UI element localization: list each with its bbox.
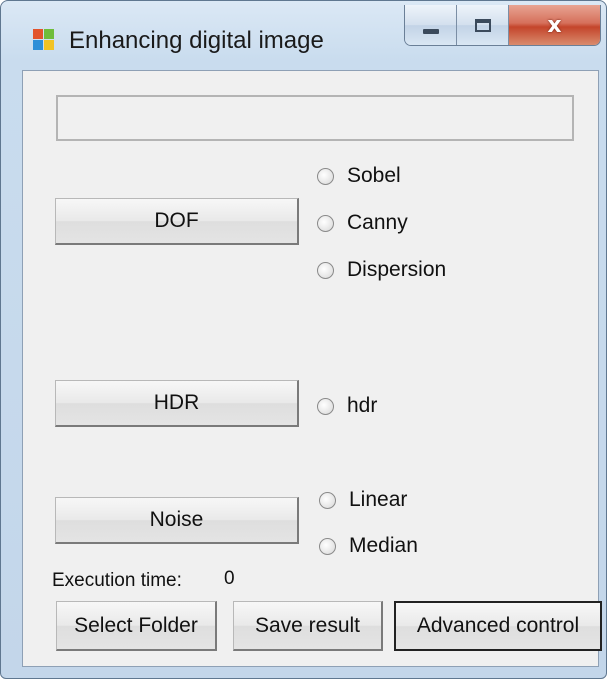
radio-label: Linear [349,488,408,511]
app-window: Enhancing digital image x DOF Sobel Cann… [0,0,607,679]
radio-canny[interactable]: Canny [317,211,408,235]
window-title: Enhancing digital image [69,27,324,54]
advanced-control-button[interactable]: Advanced control [394,601,602,651]
radio-circle [319,537,336,555]
maximize-icon [474,18,491,32]
radio-dispersion[interactable]: Dispersion [317,258,446,282]
maximize-button[interactable] [457,5,509,45]
radio-label: hdr [347,394,378,417]
close-button[interactable]: x [509,5,600,45]
hdr-button[interactable]: HDR [55,380,299,427]
radio-circle [319,491,336,509]
select-folder-button[interactable]: Select Folder [56,601,217,651]
radio-hdr[interactable]: hdr [317,394,377,418]
close-icon: x [547,12,562,38]
radio-circle [317,167,334,185]
radio-sobel[interactable]: Sobel [317,164,401,188]
radio-label: Canny [347,211,408,234]
radio-label: Sobel [347,164,401,187]
app-windows-icon [33,29,55,51]
execution-time-label: Execution time: [52,570,182,591]
radio-median[interactable]: Median [319,534,418,558]
minimize-icon [422,28,439,34]
minimize-button[interactable] [405,5,457,45]
radio-label: Median [349,534,418,557]
radio-label: Dispersion [347,258,447,281]
radio-circle [317,397,334,415]
title-bar[interactable]: Enhancing digital image x [1,1,606,63]
client-area: DOF Sobel Canny Dispersion HDR hdr Noise… [22,70,602,667]
radio-circle [317,214,334,232]
execution-time-value: 0 [224,568,235,589]
folder-path-field[interactable] [56,95,574,141]
noise-button[interactable]: Noise [55,497,299,544]
caption-buttons: x [404,5,601,46]
radio-linear[interactable]: Linear [319,488,407,512]
radio-circle [317,261,334,279]
save-result-button[interactable]: Save result [233,601,383,651]
dof-button[interactable]: DOF [55,198,299,245]
